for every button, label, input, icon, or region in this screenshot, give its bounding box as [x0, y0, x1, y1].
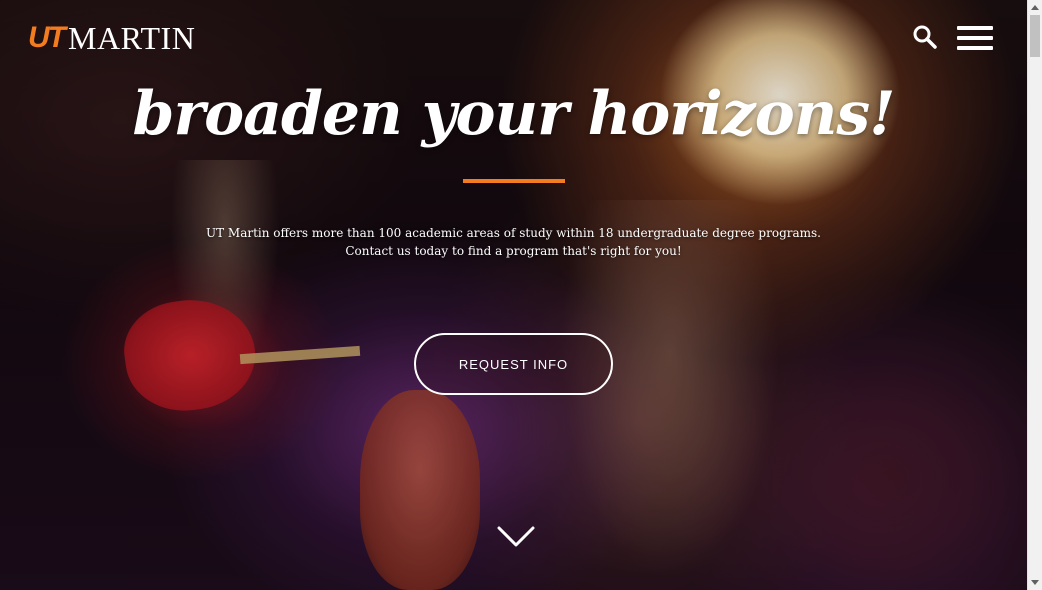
intro-line: Contact us today to find a program that'… — [345, 244, 682, 258]
scroll-down-button[interactable] — [496, 524, 536, 550]
chevron-down-icon — [497, 526, 535, 547]
logo-ut-mark: UT — [28, 21, 66, 54]
menu-button[interactable] — [957, 24, 993, 52]
scrollbar-thumb[interactable] — [1030, 15, 1040, 57]
search-icon — [913, 25, 937, 49]
page-scrollbar[interactable] — [1027, 0, 1042, 590]
search-button[interactable] — [910, 22, 940, 52]
hamburger-menu-icon — [957, 26, 993, 30]
hero-intro: UT Martin offers more than 100 academic … — [0, 224, 1027, 260]
scroll-down-arrow-icon[interactable] — [1031, 580, 1039, 585]
logo-wordmark: MARTIN — [68, 20, 196, 56]
hamburger-menu-icon-bar — [957, 36, 993, 40]
headline-divider — [463, 179, 565, 183]
request-info-button[interactable]: REQUEST INFO — [414, 333, 613, 395]
intro-line: UT Martin offers more than 100 academic … — [205, 226, 821, 240]
hero-headline: broaden your horizons! — [132, 79, 896, 149]
hamburger-menu-icon-bar — [957, 46, 993, 50]
hero-section: UT MARTIN broaden your horizons! UT Mart… — [0, 0, 1027, 590]
scroll-up-arrow-icon[interactable] — [1031, 5, 1039, 10]
ut-martin-logo[interactable]: UT MARTIN — [28, 20, 196, 56]
